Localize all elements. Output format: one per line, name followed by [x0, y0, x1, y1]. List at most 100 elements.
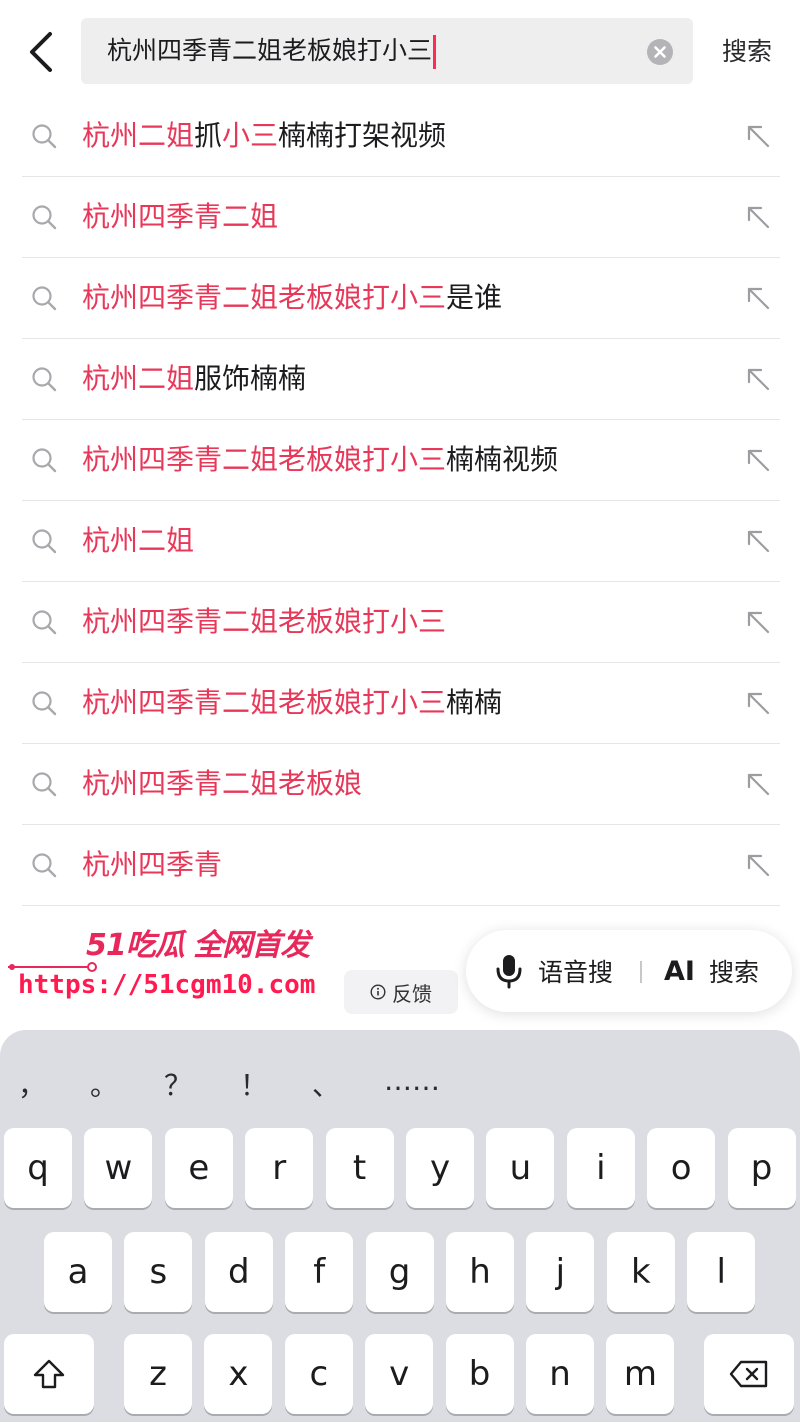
suggestion-highlight: 杭州四季青二姐	[82, 200, 279, 233]
feedback-label: 反馈	[392, 981, 432, 1006]
info-icon	[370, 984, 386, 1000]
key-y[interactable]: y	[406, 1128, 474, 1208]
suggestion-highlight: 杭州四季青二姐老板娘打小三	[82, 686, 447, 719]
clear-search-button[interactable]	[647, 39, 673, 65]
suggestion-item[interactable]: 杭州四季青二姐老板娘打小三楠楠视频	[22, 420, 780, 501]
arrow-up-left-icon[interactable]	[742, 120, 774, 152]
key-f[interactable]: f	[285, 1232, 354, 1312]
suggestion-text: 杭州四季青二姐	[82, 177, 278, 257]
voice-ai-pill: 语音搜 AI 搜索	[466, 930, 792, 1012]
key-v[interactable]: v	[365, 1334, 434, 1414]
arrow-up-left-icon[interactable]	[742, 363, 774, 395]
arrow-up-left-icon[interactable]	[742, 201, 774, 233]
suggestion-text: 杭州四季青二姐老板娘打小三楠楠	[82, 663, 502, 743]
key-m[interactable]: m	[606, 1334, 675, 1414]
suggestion-rest: 楠楠视频	[446, 443, 559, 476]
key-e[interactable]: e	[164, 1128, 233, 1208]
watermark-url: https://51cgm10.com	[18, 970, 316, 1000]
suggestion-rest: 抓	[194, 119, 223, 152]
suggestion-highlight: 杭州四季青二姐老板娘打小三	[82, 443, 447, 476]
key-s[interactable]: s	[124, 1232, 193, 1312]
key-p[interactable]: p	[727, 1128, 796, 1208]
key-u[interactable]: u	[486, 1128, 555, 1208]
search-button[interactable]: 搜索	[722, 30, 772, 74]
suggestion-item[interactable]: 杭州四季青二姐老板娘打小三是谁	[22, 258, 780, 339]
arrow-up-left-icon[interactable]	[742, 768, 774, 800]
suggestion-item[interactable]: 杭州二姐服饰楠楠	[22, 339, 780, 420]
arrow-up-left-icon[interactable]	[742, 606, 774, 638]
suggestion-highlight: 杭州四季青二姐老板娘打小三	[82, 605, 447, 638]
key-r[interactable]: r	[245, 1128, 314, 1208]
key-j[interactable]: j	[526, 1232, 595, 1312]
suggestion-text: 杭州四季青二姐老板娘打小三是谁	[82, 258, 502, 338]
suggestion-text: 杭州四季青二姐老板娘打小三	[82, 582, 446, 662]
search-input-value[interactable]: 杭州四季青二姐老板娘打小三	[107, 18, 437, 84]
key-d[interactable]: d	[204, 1232, 273, 1312]
shift-icon	[33, 1359, 65, 1389]
suggestion-highlight: 杭州四季青	[82, 848, 223, 881]
watermark-title: 51吃瓜 全网首发	[86, 928, 310, 963]
arrow-up-left-icon[interactable]	[742, 444, 774, 476]
search-input[interactable]: 杭州四季青二姐老板娘打小三	[81, 18, 693, 84]
punctuation-key[interactable]: 、	[306, 1064, 346, 1104]
suggestion-item[interactable]: 杭州四季青	[22, 825, 780, 906]
arrow-up-left-icon[interactable]	[742, 687, 774, 719]
back-button[interactable]	[22, 28, 62, 76]
arrow-up-left-icon[interactable]	[742, 282, 774, 314]
ai-search-label: 搜索	[708, 958, 759, 987]
suggestion-text: 杭州二姐抓小三楠楠打架视频	[82, 96, 446, 176]
key-c[interactable]: c	[284, 1334, 353, 1414]
delete-key[interactable]	[704, 1334, 794, 1414]
search-icon	[32, 205, 57, 230]
key-n[interactable]: n	[526, 1334, 594, 1414]
suggestion-item[interactable]: 杭州二姐抓小三楠楠打架视频	[22, 96, 780, 177]
shift-key[interactable]	[4, 1334, 94, 1414]
suggestion-highlight: 杭州二姐	[82, 362, 195, 395]
suggestion-item[interactable]: 杭州四季青二姐老板娘	[22, 744, 780, 825]
key-w[interactable]: w	[84, 1128, 153, 1208]
microphone-icon	[496, 955, 522, 989]
key-a[interactable]: a	[44, 1232, 112, 1312]
suggestion-list: 杭州二姐抓小三楠楠打架视频杭州四季青二姐杭州四季青二姐老板娘打小三是谁 杭州二姐服…	[22, 96, 780, 906]
key-g[interactable]: g	[365, 1232, 434, 1312]
ai-search-button[interactable]: AI 搜索	[664, 930, 759, 1012]
punctuation-key[interactable]: ！	[234, 1064, 274, 1104]
feedback-button[interactable]: 反馈	[344, 970, 458, 1014]
voice-search-button[interactable]: 语音搜	[494, 930, 613, 1012]
ai-label: AI	[664, 955, 695, 987]
key-k[interactable]: k	[606, 1232, 675, 1312]
search-icon	[32, 853, 57, 878]
header: 杭州四季青二姐老板娘打小三 搜索	[0, 0, 800, 104]
suggestion-text: 杭州二姐	[82, 501, 194, 581]
delete-icon	[729, 1360, 768, 1388]
punctuation-key[interactable]: ，	[12, 1064, 52, 1104]
punctuation-key[interactable]: ？	[158, 1064, 198, 1104]
suggestion-rest: 楠楠打架视频	[278, 119, 447, 152]
arrow-up-left-icon[interactable]	[742, 525, 774, 557]
key-x[interactable]: x	[204, 1334, 273, 1414]
key-i[interactable]: i	[566, 1128, 635, 1208]
keyboard: ， 。 ？ ！ 、 …… qwertyuiop asdfghjkl zxcvbnm	[0, 1030, 800, 1422]
suggestion-highlight: 杭州二姐	[82, 119, 195, 152]
close-icon	[654, 46, 666, 58]
suggestion-text: 杭州四季青二姐老板娘	[82, 744, 362, 824]
key-q[interactable]: q	[4, 1128, 72, 1208]
search-icon	[32, 448, 57, 473]
suggestion-item[interactable]: 杭州四季青二姐老板娘打小三楠楠	[22, 663, 780, 744]
suggestion-item[interactable]: 杭州四季青二姐	[22, 177, 780, 258]
key-o[interactable]: o	[647, 1128, 716, 1208]
suggestion-text: 杭州二姐服饰楠楠	[82, 339, 306, 419]
suggestion-text: 杭州四季青二姐老板娘打小三楠楠视频	[82, 420, 558, 500]
suggestion-item[interactable]: 杭州四季青二姐老板娘打小三	[22, 582, 780, 663]
key-z[interactable]: z	[124, 1334, 192, 1414]
punctuation-key[interactable]: 。	[84, 1064, 124, 1104]
suggestion-item[interactable]: 杭州二姐	[22, 501, 780, 582]
key-b[interactable]: b	[445, 1334, 514, 1414]
arrow-up-left-icon[interactable]	[742, 849, 774, 881]
search-icon	[32, 691, 57, 716]
punctuation-row: ， 。 ？ ！ 、 ……	[0, 1064, 800, 1114]
punctuation-key[interactable]: ……	[384, 1064, 440, 1097]
key-l[interactable]: l	[687, 1232, 756, 1312]
key-t[interactable]: t	[325, 1128, 394, 1208]
key-h[interactable]: h	[446, 1232, 514, 1312]
